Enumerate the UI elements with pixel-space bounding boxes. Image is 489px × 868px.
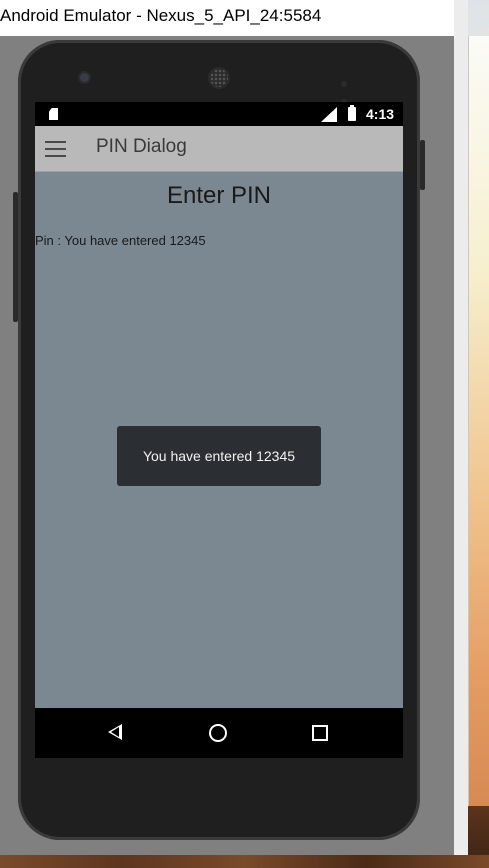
toast-message: You have entered 12345 [117,426,321,486]
recent-apps-icon[interactable] [312,725,328,741]
home-icon[interactable] [209,724,227,742]
status-time: 4:13 [366,106,395,122]
earpiece-speaker [210,69,228,87]
desktop-background [454,0,489,868]
hamburger-menu-icon[interactable] [45,141,66,157]
app-content: Enter PIN Pin : You have entered 12345 Y… [35,172,403,708]
app-toolbar: PIN Dialog [35,126,403,172]
battery-icon [348,105,356,121]
desktop-bottom-strip [0,855,489,868]
navigation-bar [35,708,403,758]
proximity-sensor [341,74,357,105]
sd-card-icon [49,108,58,120]
volume-button[interactable] [13,192,18,322]
phone-screen: LTE 4:13 PIN Dialog Enter PIN Pin : You … [35,102,403,758]
emulator-window-title: Android Emulator - Nexus_5_API_24:5584 [0,6,322,25]
pin-result-text: Pin : You have entered 12345 [35,233,206,248]
page-heading: Enter PIN [166,182,272,209]
background-window [468,36,489,806]
toolbar-title: PIN Dialog [96,136,187,157]
lte-label: LTE [322,106,334,113]
back-icon[interactable] [108,724,122,740]
front-camera [80,73,89,82]
status-bar: LTE 4:13 [35,102,403,126]
power-button[interactable] [420,140,425,190]
desktop-window-edge [454,0,468,868]
emulator-title-bar[interactable]: Android Emulator - Nexus_5_API_24:5584 [0,0,454,36]
phone-frame: LTE 4:13 PIN Dialog Enter PIN Pin : You … [13,40,425,840]
